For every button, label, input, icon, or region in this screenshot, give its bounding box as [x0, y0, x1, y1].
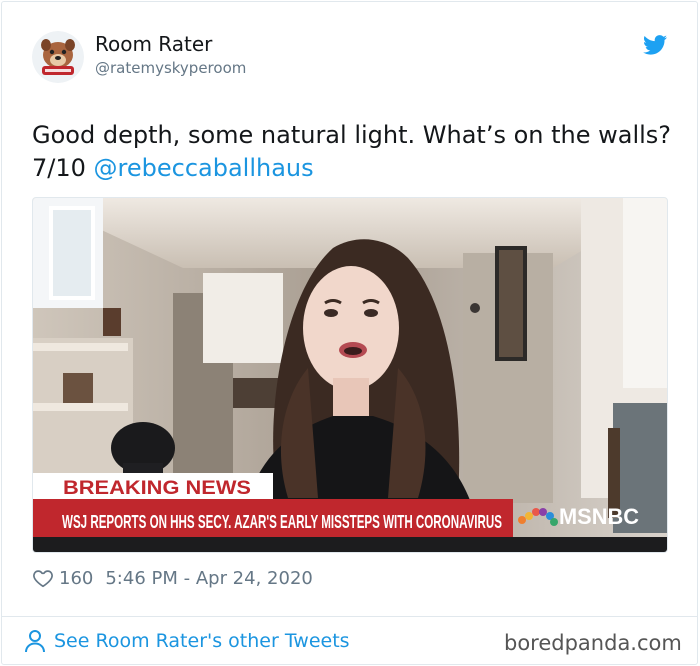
watermark: boredpanda.com	[504, 631, 682, 655]
mention-link[interactable]: @rebeccaballhaus	[94, 154, 314, 182]
network-logo: MSNBC	[559, 504, 639, 529]
breaking-news-label: BREAKING NEWS	[63, 478, 251, 499]
display-name[interactable]: Room Rater	[95, 32, 212, 56]
user-handle[interactable]: @ratemyskyperoom	[95, 59, 246, 77]
twitter-bird-icon[interactable]	[643, 35, 667, 55]
see-other-tweets-link[interactable]: See Room Rater's other Tweets	[24, 628, 350, 654]
heart-outline-icon[interactable]	[32, 567, 54, 589]
see-other-tweets-label[interactable]: See Room Rater's other Tweets	[54, 630, 350, 652]
person-outline-icon	[25, 630, 45, 653]
tweet-media[interactable]: BREAKING NEWS WSJ REPORTS ON HHS SECY. A…	[32, 197, 668, 553]
tweet-meta: 160 5:46 PM - Apr 24, 2020	[32, 566, 313, 590]
news-headline: WSJ REPORTS ON HHS SECY. AZAR'S EARLY MI…	[62, 512, 502, 532]
avatar[interactable]	[32, 31, 84, 83]
footer-divider	[1, 616, 698, 617]
tweet-text: Good depth, some natural light. What’s o…	[32, 119, 672, 185]
like-count[interactable]: 160	[59, 568, 93, 589]
timestamp[interactable]: 5:46 PM - Apr 24, 2020	[105, 568, 312, 589]
